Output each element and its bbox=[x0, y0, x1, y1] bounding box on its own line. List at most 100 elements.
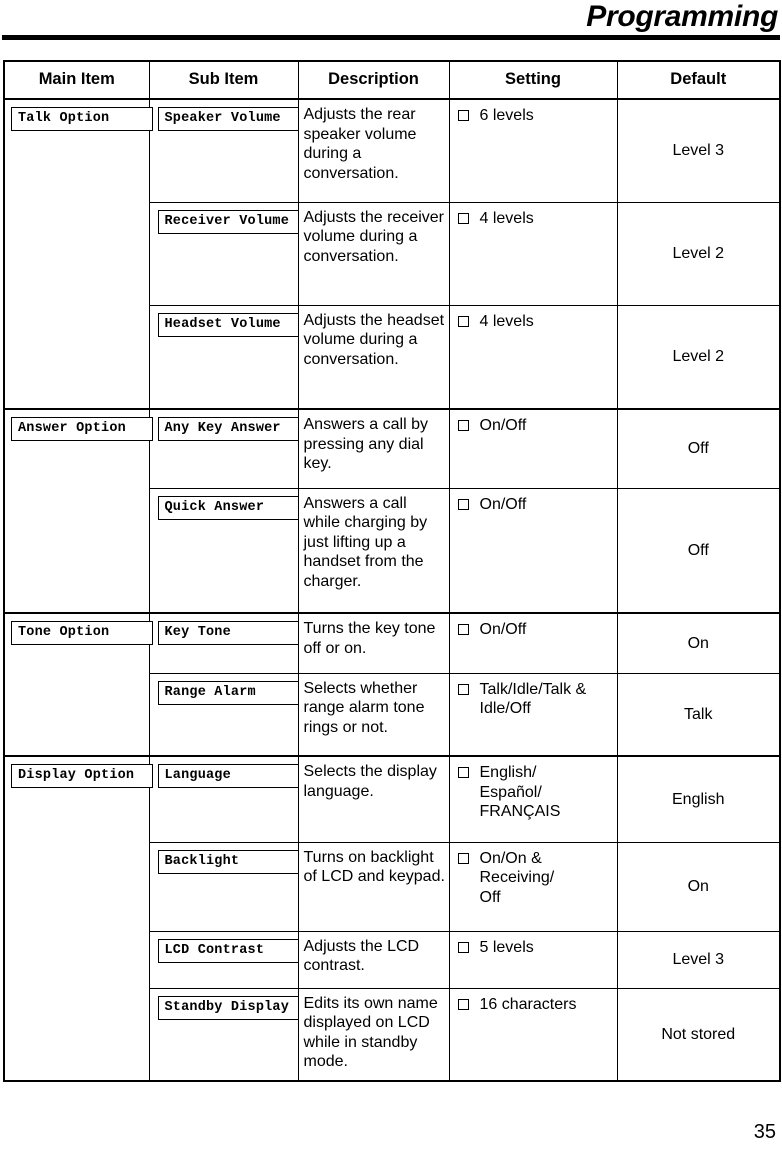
checkbox-icon[interactable] bbox=[457, 498, 469, 510]
sub-item-label: Speaker Volume bbox=[157, 107, 299, 131]
checkbox-icon[interactable] bbox=[457, 315, 469, 327]
setting-text-line: Talk/Idle/Talk & Idle/Off bbox=[479, 680, 587, 718]
default-value-cell: Talk bbox=[616, 672, 781, 757]
default-value-cell: On bbox=[616, 841, 781, 932]
setting-option[interactable]: 16 characters bbox=[457, 995, 613, 1015]
sub-item-label: Range Alarm bbox=[157, 680, 299, 705]
setting-text-line: On/Off bbox=[479, 417, 527, 434]
setting-option[interactable]: On/Off bbox=[457, 416, 613, 436]
checkbox-icon[interactable] bbox=[457, 624, 469, 635]
column-header-default: Default bbox=[616, 60, 781, 100]
sub-item-label: Backlight bbox=[157, 849, 299, 874]
setting-option[interactable]: On/Off bbox=[457, 495, 613, 515]
default-value-cell: Level 3 bbox=[616, 930, 781, 989]
column-header-main-item: Main Item bbox=[3, 60, 150, 100]
programming-manual-page: Programming Main Item Sub Item Descripti… bbox=[0, 0, 782, 1150]
setting-cell: 6 levels bbox=[448, 98, 618, 203]
description-cell: Turns the key tone off or on. bbox=[297, 612, 450, 674]
setting-cell: On/Off bbox=[448, 612, 618, 674]
main-item-label: Display Option bbox=[11, 764, 153, 788]
default-value-cell: Level 2 bbox=[616, 201, 781, 306]
main-item-cell: Answer Option bbox=[3, 408, 153, 614]
description-cell: Adjusts the rear speaker volume during a… bbox=[297, 98, 450, 203]
sub-item-label: Key Tone bbox=[157, 621, 299, 645]
page-header: Programming bbox=[0, 0, 782, 46]
setting-option[interactable]: 4 levels bbox=[457, 209, 613, 229]
main-item-cell: Tone Option bbox=[3, 612, 153, 757]
sub-item-label: LCD Contrast bbox=[157, 938, 299, 963]
sub-item-cell: Key Tone bbox=[148, 612, 299, 674]
main-item-cell: Display Option bbox=[3, 755, 153, 1082]
table-row: Talk Option Speaker Volume Adjusts the rea… bbox=[3, 98, 781, 410]
checkbox-icon[interactable] bbox=[457, 110, 469, 121]
page-number: 35 bbox=[753, 1121, 776, 1143]
checkbox-icon[interactable] bbox=[457, 941, 469, 953]
table-body: Talk Option Speaker Volume Adjusts the rea… bbox=[3, 98, 781, 1082]
setting-option[interactable]: 6 levels bbox=[457, 106, 613, 126]
column-header-setting: Setting bbox=[448, 60, 618, 100]
setting-option[interactable]: On/Off bbox=[457, 620, 613, 640]
sub-item-cell: Backlight bbox=[148, 841, 299, 932]
setting-cell: 4 levels bbox=[448, 201, 618, 306]
sub-item-cell: Headset Volume bbox=[148, 304, 299, 410]
setting-cell: 4 levels bbox=[448, 304, 618, 410]
description-cell: Selects the display language. bbox=[297, 755, 450, 843]
sub-item-label: Standby Display bbox=[157, 995, 299, 1020]
checkbox-icon[interactable] bbox=[457, 212, 469, 224]
checkbox-icon[interactable] bbox=[457, 420, 469, 431]
sub-item-cell: Any Key Answer bbox=[148, 408, 299, 489]
setting-text-line: On/Off bbox=[479, 621, 527, 638]
column-header-description: Description bbox=[297, 60, 450, 100]
default-value-cell: Level 2 bbox=[616, 304, 781, 410]
table-header-row: Main Item Sub Item Description Setting D… bbox=[3, 60, 781, 100]
setting-text-line: Receiving/ bbox=[479, 869, 555, 886]
setting-text-line: 4 levels bbox=[479, 209, 534, 227]
sub-item-cell: Language bbox=[148, 755, 299, 843]
setting-text-line: English/ bbox=[479, 764, 537, 781]
checkbox-icon[interactable] bbox=[457, 683, 469, 695]
setting-cell: On/Off bbox=[448, 408, 618, 489]
sub-item-label: Language bbox=[157, 764, 299, 788]
checkbox-icon[interactable] bbox=[457, 767, 469, 778]
checkbox-icon[interactable] bbox=[457, 998, 469, 1010]
setting-option[interactable]: Talk/Idle/Talk & Idle/Off bbox=[457, 680, 613, 719]
default-value-cell: English bbox=[616, 755, 781, 843]
description-cell: Selects whether range alarm tone rings o… bbox=[297, 672, 450, 757]
setting-text-line: FRANÇAIS bbox=[479, 803, 561, 820]
setting-text-line: Off bbox=[479, 888, 501, 906]
checkbox-icon[interactable] bbox=[457, 852, 469, 864]
header-divider bbox=[2, 35, 780, 40]
sub-item-cell: Range Alarm bbox=[148, 672, 299, 757]
default-value-cell: On bbox=[616, 612, 781, 674]
setting-option[interactable]: 4 levels bbox=[457, 312, 613, 332]
table-row: Answer Option Any Key Answer Answers a cal… bbox=[3, 408, 781, 614]
sub-item-label: Receiver Volume bbox=[157, 209, 299, 234]
sub-item-cell: Receiver Volume bbox=[148, 201, 299, 306]
setting-cell: 5 levels bbox=[448, 930, 618, 989]
main-item-label: Answer Option bbox=[11, 417, 153, 441]
table-row: Display Option Language Selects the displa… bbox=[3, 755, 781, 1082]
column-header-sub-item: Sub Item bbox=[148, 60, 299, 100]
setting-text-line: 5 levels bbox=[479, 938, 534, 956]
default-value-cell: Off bbox=[616, 487, 781, 614]
description-cell: Answers a call while charging by just li… bbox=[297, 487, 450, 614]
setting-text-line: Español/ bbox=[479, 783, 542, 801]
setting-text-line: 16 characters bbox=[479, 995, 577, 1013]
setting-cell: On/On & Receiving/Off bbox=[448, 841, 618, 932]
setting-option[interactable]: On/On & Receiving/Off bbox=[457, 849, 613, 908]
setting-cell: On/Off bbox=[448, 487, 618, 614]
sub-item-label: Any Key Answer bbox=[157, 417, 299, 441]
sub-item-cell: Standby Display bbox=[148, 987, 299, 1082]
setting-cell: Talk/Idle/Talk & Idle/Off bbox=[448, 672, 618, 757]
setting-option[interactable]: English/Español/FRANÇAIS bbox=[457, 763, 613, 822]
description-cell: Adjusts the receiver volume during a con… bbox=[297, 201, 450, 306]
default-value-cell: Level 3 bbox=[616, 98, 781, 203]
setting-text-line: 4 levels bbox=[479, 312, 534, 330]
description-cell: Adjusts the LCD contrast. bbox=[297, 930, 450, 989]
setting-option[interactable]: 5 levels bbox=[457, 938, 613, 958]
setting-text-line: On/Off bbox=[479, 495, 527, 513]
setting-cell: 16 characters bbox=[448, 987, 618, 1082]
programming-settings-table: Main Item Sub Item Description Setting D… bbox=[3, 60, 781, 1082]
setting-text-line: On/On & bbox=[479, 849, 542, 867]
sub-item-cell: LCD Contrast bbox=[148, 930, 299, 989]
